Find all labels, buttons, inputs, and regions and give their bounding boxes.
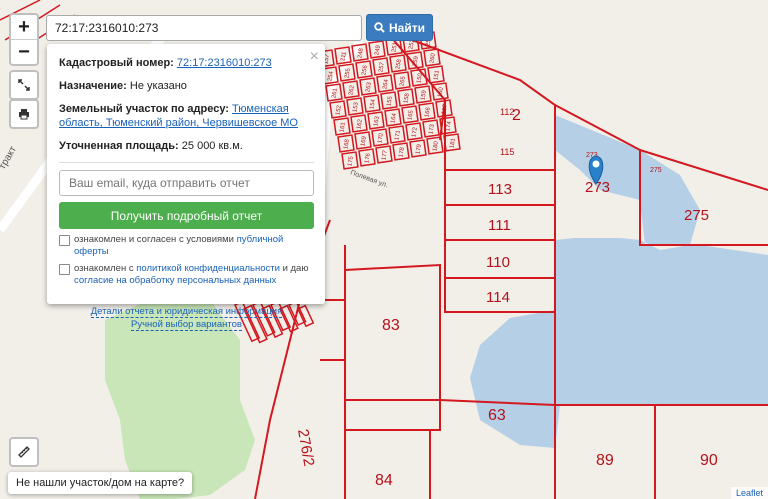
parcel-label: 63 bbox=[488, 407, 506, 424]
consent-privacy-label2: и даю bbox=[282, 263, 309, 274]
parcel-label: 90 bbox=[700, 452, 718, 469]
consent-offer-label: ознакомлен и согласен с условиями bbox=[74, 234, 234, 245]
email-field[interactable] bbox=[59, 170, 314, 196]
consent-offer-text: ознакомлен и согласен с условиями публич… bbox=[74, 234, 314, 258]
privacy-policy-link[interactable]: политикой конфиденциальности bbox=[136, 263, 280, 274]
get-report-button[interactable]: Получить подробный отчет bbox=[59, 202, 314, 229]
parcel-label: 84 bbox=[375, 472, 393, 489]
parcel-label: 110 bbox=[486, 254, 510, 271]
search-button-label: Найти bbox=[389, 20, 425, 35]
close-icon[interactable]: × bbox=[310, 48, 319, 66]
search-icon bbox=[374, 22, 385, 33]
area-value: 25 000 кв.м. bbox=[181, 140, 243, 152]
fullscreen-button[interactable] bbox=[9, 70, 39, 100]
report-details-link[interactable]: Детали отчета и юридическая информация bbox=[90, 306, 283, 318]
popup-links: Детали отчета и юридическая информация Р… bbox=[59, 305, 314, 331]
parcel-label-small: 275 bbox=[650, 167, 662, 174]
consent-offer-checkbox[interactable] bbox=[59, 235, 70, 246]
cadastral-label: Кадастровый номер: bbox=[59, 57, 174, 69]
zoom-in-button[interactable]: + bbox=[11, 15, 37, 39]
not-found-button[interactable]: Не нашли участок/дом на карте? bbox=[8, 472, 193, 494]
address-row: Земельный участок по адресу: Тюменская о… bbox=[59, 102, 314, 130]
parcel-label: 115 bbox=[500, 147, 514, 157]
data-processing-link[interactable]: согласие на обработку персональных данны… bbox=[74, 275, 276, 286]
parcel-label: 2 bbox=[512, 107, 521, 124]
attribution-link[interactable]: Leaflet bbox=[730, 487, 768, 499]
area-label: Уточненная площадь: bbox=[59, 140, 179, 152]
ruler-icon bbox=[18, 446, 30, 458]
parcel-label: 89 bbox=[596, 452, 614, 469]
cadastral-search-input[interactable] bbox=[46, 15, 362, 41]
parcel-info-popup: × Кадастровый номер: 72:17:2316010:273 Н… bbox=[47, 44, 325, 331]
parcel-label: 114 bbox=[486, 289, 510, 306]
cadastral-number-link[interactable]: 72:17:2316010:273 bbox=[177, 57, 272, 69]
purpose-label: Назначение: bbox=[59, 80, 127, 92]
purpose-value: Не указано bbox=[129, 80, 187, 92]
measure-button[interactable] bbox=[9, 437, 39, 467]
expand-icon bbox=[18, 79, 30, 91]
zoom-out-button[interactable]: − bbox=[11, 39, 37, 64]
printer-icon bbox=[19, 109, 29, 120]
area-row: Уточненная площадь: 25 000 кв.м. bbox=[59, 139, 314, 153]
manual-selection-link[interactable]: Ручной выбор вариантов bbox=[131, 319, 242, 331]
consent-privacy: ознакомлен с политикой конфиденциальност… bbox=[59, 263, 314, 287]
consent-privacy-checkbox[interactable] bbox=[59, 264, 70, 275]
zoom-control: + − bbox=[9, 13, 39, 66]
parcel-label: 111 bbox=[488, 217, 511, 234]
parcel-label: 275 bbox=[684, 207, 709, 224]
print-button[interactable] bbox=[9, 99, 39, 129]
consent-privacy-text: ознакомлен с политикой конфиденциальност… bbox=[74, 263, 314, 287]
divider bbox=[59, 162, 314, 163]
cadastral-number-row: Кадастровый номер: 72:17:2316010:273 bbox=[59, 56, 314, 70]
search-button[interactable]: Найти bbox=[366, 14, 433, 41]
consent-privacy-label: ознакомлен с bbox=[74, 263, 134, 274]
parcel-label: 113 bbox=[488, 181, 512, 198]
purpose-row: Назначение: Не указано bbox=[59, 79, 314, 93]
address-label: Земельный участок по адресу: bbox=[59, 103, 229, 115]
parcel-label: 83 bbox=[382, 317, 400, 334]
consent-offer: ознакомлен и согласен с условиями публич… bbox=[59, 234, 314, 258]
